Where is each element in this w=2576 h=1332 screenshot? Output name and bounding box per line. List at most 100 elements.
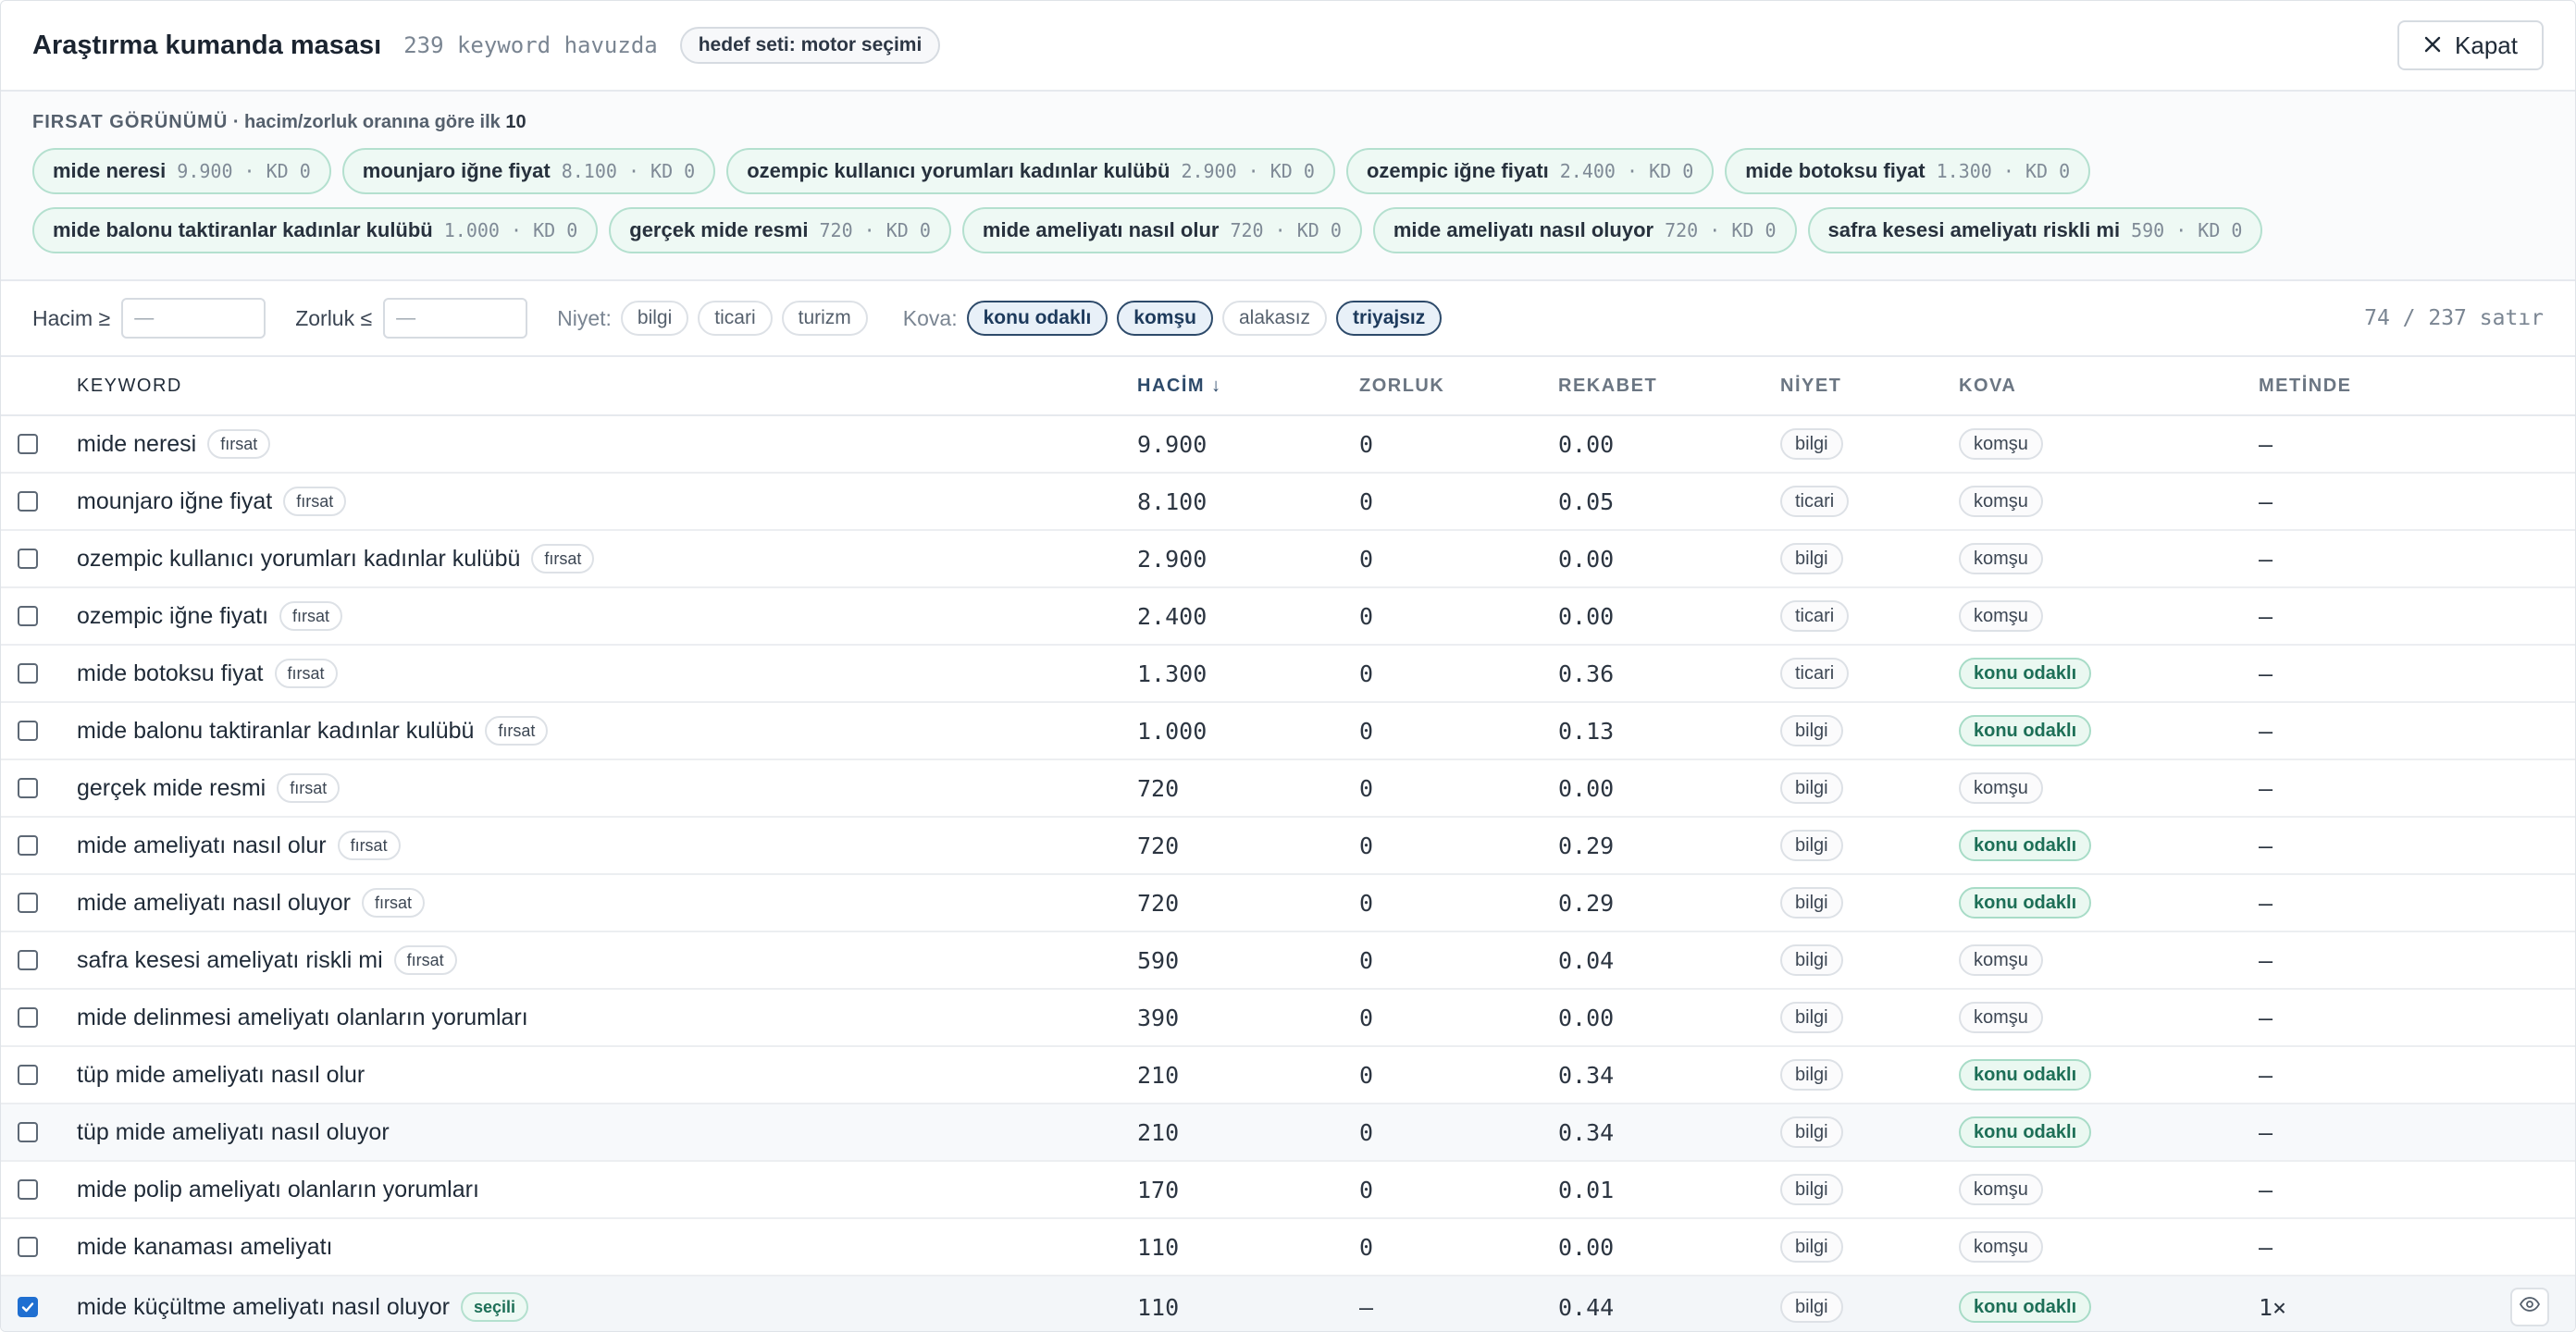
table-row[interactable]: mide botoksu fiyat fırsat 1.300 0 0.36 ticari… bbox=[1, 646, 2575, 703]
table-row[interactable]: ozempic kullanıcı yorumları kadınlar kul… bbox=[1, 531, 2575, 588]
intent-pill: bilgi bbox=[1780, 543, 1843, 574]
bucket-pill[interactable]: konu odaklı bbox=[1959, 887, 2092, 919]
opportunity-chip[interactable]: mide neresi 9.900 · KD 0 bbox=[32, 148, 331, 194]
row-checkbox[interactable] bbox=[18, 778, 38, 798]
intent-pill: bilgi bbox=[1780, 830, 1843, 861]
opportunity-chip[interactable]: mounjaro iğne fiyat 8.100 · KD 0 bbox=[341, 148, 716, 194]
difficulty-filter-input[interactable]: — bbox=[383, 298, 528, 339]
bucket-filter-tag[interactable]: triyajsız bbox=[1336, 301, 1443, 336]
bucket-pill[interactable]: komşu bbox=[1959, 1231, 2043, 1263]
bucket-cell: komşu bbox=[1959, 772, 2259, 804]
row-checkbox[interactable] bbox=[18, 1179, 38, 1200]
table-row[interactable]: mide balonu taktiranlar kadınlar kulübü f… bbox=[1, 703, 2575, 760]
row-checkbox[interactable] bbox=[18, 491, 38, 512]
competition-cell: 0.00 bbox=[1558, 774, 1615, 802]
bucket-filter-tag[interactable]: alakasız bbox=[1221, 301, 1328, 336]
opportunity-chip[interactable]: ozempic kullanıcı yorumları kadınlar kul… bbox=[726, 148, 1335, 194]
intent-cell: bilgi bbox=[1780, 1059, 1959, 1091]
close-button[interactable]: Kapat bbox=[2397, 20, 2544, 70]
opportunity-chip[interactable]: ozempic iğne fiyatı 2.400 · KD 0 bbox=[1345, 148, 1715, 194]
intent-pill: bilgi bbox=[1780, 1116, 1843, 1148]
row-checkbox[interactable] bbox=[18, 950, 38, 970]
bucket-cell: komşu bbox=[1959, 486, 2259, 517]
row-checkbox[interactable] bbox=[18, 549, 38, 569]
bucket-filter-label: Kova: bbox=[902, 305, 958, 330]
row-checkbox[interactable] bbox=[18, 1297, 38, 1317]
table-row[interactable]: mide küçültme ameliyatı nasıl oluyor seçi… bbox=[1, 1276, 2575, 1331]
in-text-cell: — bbox=[2259, 545, 2273, 573]
row-checkbox[interactable] bbox=[18, 606, 38, 626]
table-row[interactable]: tüp mide ameliyatı nasıl olur 210 0 0.34 bil… bbox=[1, 1047, 2575, 1104]
column-keyword[interactable]: KEYWORD bbox=[77, 376, 1137, 397]
bucket-pill[interactable]: konu odaklı bbox=[1959, 1291, 2092, 1323]
table-row[interactable]: mide ameliyatı nasıl oluyor fırsat 720 0 0.2… bbox=[1, 875, 2575, 932]
column-difficulty[interactable]: ZORLUK bbox=[1359, 376, 1558, 397]
table-row[interactable]: gerçek mide resmi fırsat 720 0 0.00 bilgi komş… bbox=[1, 760, 2575, 818]
row-checkbox[interactable] bbox=[18, 721, 38, 741]
column-in-text[interactable]: METİNDE bbox=[2259, 376, 2490, 397]
bucket-pill[interactable]: konu odaklı bbox=[1959, 830, 2092, 861]
bucket-pill[interactable]: komşu bbox=[1959, 428, 2043, 460]
intent-pill: bilgi bbox=[1780, 1059, 1843, 1091]
intent-filter-label: Niyet: bbox=[557, 305, 612, 330]
bucket-cell: komşu bbox=[1959, 428, 2259, 460]
bucket-pill[interactable]: komşu bbox=[1959, 543, 2043, 574]
row-checkbox[interactable] bbox=[18, 1007, 38, 1028]
table-row[interactable]: mide kanaması ameliyatı 110 0 0.00 bilgi komş… bbox=[1, 1219, 2575, 1276]
bucket-pill[interactable]: konu odaklı bbox=[1959, 1116, 2092, 1148]
table-row[interactable]: ozempic iğne fiyatı fırsat 2.400 0 0.00 ticar… bbox=[1, 588, 2575, 646]
intent-filter-tag[interactable]: turizm bbox=[781, 301, 868, 336]
row-checkbox[interactable] bbox=[18, 663, 38, 684]
table-row[interactable]: mide ameliyatı nasıl olur fırsat 720 0 0.29 b… bbox=[1, 818, 2575, 875]
panel-title: Araştırma kumanda masası bbox=[32, 30, 382, 60]
bucket-pill[interactable]: komşu bbox=[1959, 600, 2043, 632]
bucket-pill[interactable]: konu odaklı bbox=[1959, 715, 2092, 746]
table-row[interactable]: mide polip ameliyatı olanların yorumları… bbox=[1, 1162, 2575, 1219]
bucket-pill[interactable]: komşu bbox=[1959, 1174, 2043, 1205]
table-row[interactable]: safra kesesi ameliyatı riskli mi fırsat 59… bbox=[1, 932, 2575, 990]
bucket-pill[interactable]: konu odaklı bbox=[1959, 658, 2092, 689]
row-checkbox[interactable] bbox=[18, 893, 38, 913]
bucket-pill[interactable]: komşu bbox=[1959, 486, 2043, 517]
target-set-badge[interactable]: hedef seti: motor seçimi bbox=[679, 27, 941, 64]
table-row[interactable]: mide neresi fırsat 9.900 0 0.00 bilgi komşu — bbox=[1, 416, 2575, 474]
opportunity-chip[interactable]: safra kesesi ameliyatı riskli mi 590 · KD… bbox=[1807, 207, 2263, 253]
intent-pill: ticari bbox=[1780, 658, 1850, 689]
bucket-pill[interactable]: komşu bbox=[1959, 1002, 2043, 1033]
competition-cell: 0.13 bbox=[1558, 717, 1615, 745]
row-count: 74 / 237 satır bbox=[2364, 306, 2544, 330]
bucket-pill[interactable]: komşu bbox=[1959, 944, 2043, 976]
table-row[interactable]: mide delinmesi ameliyatı olanların yorum… bbox=[1, 990, 2575, 1047]
opportunity-chip[interactable]: mide botoksu fiyat 1.300 · KD 0 bbox=[1725, 148, 2091, 194]
row-checkbox[interactable] bbox=[18, 434, 38, 454]
row-checkbox[interactable] bbox=[18, 1122, 38, 1142]
bucket-pill[interactable]: konu odaklı bbox=[1959, 1059, 2092, 1091]
table-row[interactable]: tüp mide ameliyatı nasıl oluyor 210 0 0.34 b… bbox=[1, 1104, 2575, 1162]
chip-keyword: ozempic kullanıcı yorumları kadınlar kul… bbox=[747, 159, 1170, 182]
row-checkbox-cell bbox=[1, 950, 77, 970]
intent-filter-tag[interactable]: ticari bbox=[698, 301, 773, 336]
opportunity-chip[interactable]: mide balonu taktiranlar kadınlar kulübü 1… bbox=[32, 207, 599, 253]
keyword-cell: tüp mide ameliyatı nasıl olur bbox=[77, 1062, 1137, 1089]
intent-filter-tag[interactable]: bilgi bbox=[620, 301, 689, 336]
column-competition[interactable]: REKABET bbox=[1558, 376, 1780, 397]
column-bucket[interactable]: KOVA bbox=[1959, 376, 2259, 397]
preview-button[interactable] bbox=[2510, 1288, 2549, 1326]
opportunity-chip[interactable]: gerçek mide resmi 720 · KD 0 bbox=[609, 207, 951, 253]
keyword-text: mide botoksu fiyat bbox=[77, 660, 264, 686]
bucket-cell: konu odaklı bbox=[1959, 1291, 2259, 1323]
competition-cell: 0.36 bbox=[1558, 660, 1615, 687]
column-volume[interactable]: HACİM ↓ bbox=[1137, 376, 1359, 397]
opportunity-chip[interactable]: mide ameliyatı nasıl oluyor 720 · KD 0 bbox=[1372, 207, 1797, 253]
column-intent[interactable]: NİYET bbox=[1780, 376, 1959, 397]
opportunity-chip[interactable]: mide ameliyatı nasıl olur 720 · KD 0 bbox=[961, 207, 1362, 253]
row-checkbox[interactable] bbox=[18, 835, 38, 856]
keyword-text: mide kanaması ameliyatı bbox=[77, 1233, 333, 1260]
row-checkbox[interactable] bbox=[18, 1065, 38, 1085]
bucket-pill[interactable]: komşu bbox=[1959, 772, 2043, 804]
volume-filter-input[interactable]: — bbox=[121, 298, 266, 339]
bucket-filter-tag[interactable]: konu odaklı bbox=[966, 301, 1108, 336]
row-checkbox[interactable] bbox=[18, 1237, 38, 1257]
table-row[interactable]: mounjaro iğne fiyat fırsat 8.100 0 0.05 ticar… bbox=[1, 474, 2575, 531]
bucket-filter-tag[interactable]: komşu bbox=[1117, 301, 1213, 336]
